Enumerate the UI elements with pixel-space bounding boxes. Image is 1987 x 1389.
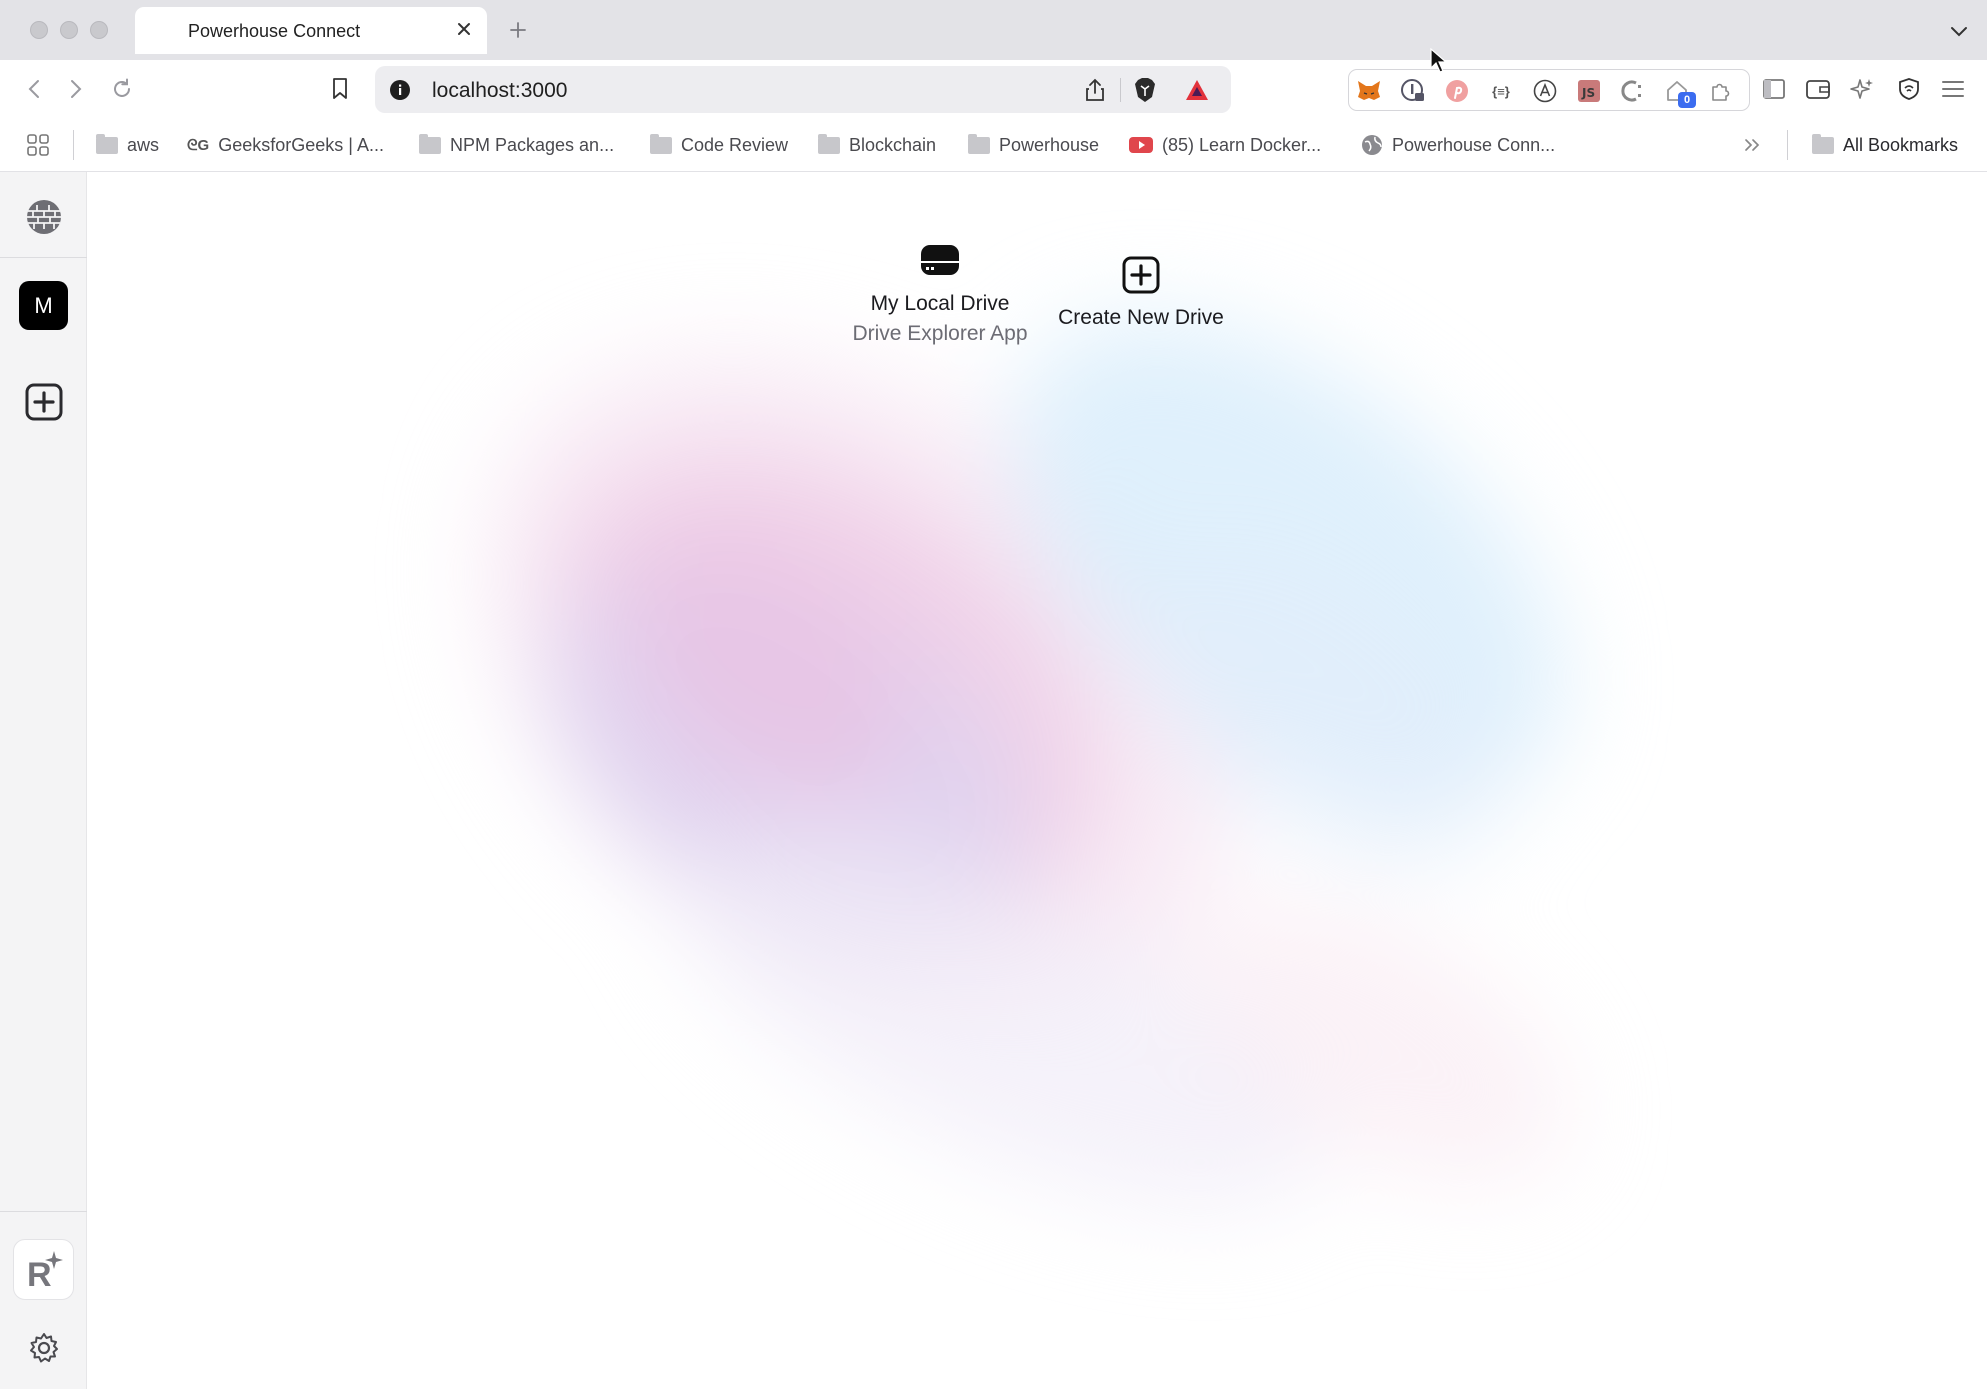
metamask-fox-icon[interactable]: [1353, 75, 1385, 107]
address-bar[interactable]: localhost:3000: [375, 66, 1231, 113]
bookmark-npm-packages[interactable]: NPM Packages an...: [419, 130, 614, 160]
css-peeper-icon[interactable]: [1617, 75, 1649, 107]
sidebar-divider: [0, 257, 87, 258]
bookmark-learn-docker[interactable]: (85) Learn Docker...: [1129, 130, 1321, 160]
forward-arrow-icon[interactable]: [60, 73, 92, 105]
reload-icon[interactable]: [106, 73, 138, 105]
bookmark-icon[interactable]: [324, 73, 356, 105]
bookmarks-divider: [73, 130, 74, 160]
new-tab-button[interactable]: [503, 15, 533, 45]
share-icon[interactable]: [1080, 75, 1110, 105]
drive-avatar-m[interactable]: M: [19, 281, 68, 330]
minimize-window-button[interactable]: [60, 21, 78, 39]
bookmarks-bar: aws ᘓG GeeksforGeeks | A... NPM Packages…: [0, 118, 1987, 172]
renown-logo-icon[interactable]: R: [13, 1239, 74, 1300]
bookmark-code-review[interactable]: Code Review: [650, 130, 788, 160]
pinterest-icon[interactable]: [1441, 75, 1473, 107]
bookmark-powerhouse[interactable]: Powerhouse: [968, 130, 1099, 160]
back-arrow-icon[interactable]: [18, 73, 50, 105]
bookmark-label: Powerhouse Conn...: [1392, 134, 1556, 155]
bookmark-label: NPM Packages an...: [450, 134, 615, 155]
json-formatter-icon[interactable]: {≡}: [1485, 75, 1517, 107]
svg-text:R: R: [27, 1256, 52, 1292]
apps-grid-icon[interactable]: [26, 130, 50, 160]
gradient-background: [88, 172, 1987, 1389]
browser-toolbar: localhost:3000 {≡} JS 0: [0, 60, 1987, 118]
password-manager-icon[interactable]: [1397, 75, 1429, 107]
sidebar: M R: [0, 172, 87, 1389]
globe-grid-icon[interactable]: [19, 192, 68, 241]
bookmark-label: All Bookmarks: [1843, 134, 1959, 155]
tab-strip: Powerhouse Connect: [0, 0, 1987, 60]
more-bookmarks-chevron-icon[interactable]: [1743, 130, 1763, 160]
sidebar-toggle-icon[interactable]: [1758, 73, 1790, 105]
folder-icon: [650, 133, 672, 154]
plus-square-icon[interactable]: [19, 377, 68, 426]
globe-icon: [1362, 135, 1382, 155]
brave-rewards-icon[interactable]: [1182, 75, 1212, 105]
folder-icon: [419, 133, 441, 154]
tab-title: Powerhouse Connect: [188, 21, 361, 41]
url-text: localhost:3000: [432, 79, 568, 102]
extension-badge: 0: [1678, 92, 1696, 108]
drive-name: Create New Drive: [1058, 306, 1224, 329]
brave-shields-icon[interactable]: [1130, 75, 1160, 105]
bookmark-label: Powerhouse: [999, 134, 1100, 155]
mouse-cursor-icon: [1430, 48, 1448, 73]
bookmark-geeksforgeeks[interactable]: ᘓG GeeksforGeeks | A...: [187, 130, 384, 160]
bookmark-powerhouse-connect[interactable]: Powerhouse Conn...: [1361, 130, 1555, 160]
folder-icon: [96, 133, 118, 154]
bookmark-label: Blockchain: [849, 134, 937, 155]
tab-list-chevron-icon[interactable]: [1945, 17, 1973, 45]
gfg-icon: ᘓG: [187, 136, 210, 154]
drive-name: My Local Drive: [870, 292, 1010, 315]
font-identifier-icon[interactable]: [1529, 75, 1561, 107]
powerhouse-connect-app: M R My Local Drive Drive Explorer App Cr…: [0, 172, 1987, 1389]
bookmark-label: aws: [127, 134, 160, 155]
drive-card-my-local-drive[interactable]: My Local Drive Drive Explorer App: [840, 242, 1040, 346]
bookmark-blockchain[interactable]: Blockchain: [818, 130, 936, 160]
bookmark-label: Code Review: [681, 134, 789, 155]
drive-subtitle: Drive Explorer App: [852, 322, 1028, 345]
site-info-icon[interactable]: [385, 75, 415, 105]
all-bookmarks-folder[interactable]: All Bookmarks: [1812, 130, 1958, 160]
wallet-icon[interactable]: [1802, 73, 1834, 105]
vpn-shield-icon[interactable]: [1893, 73, 1925, 105]
bookmarks-divider: [1787, 130, 1788, 160]
create-new-drive-button[interactable]: Create New Drive: [1041, 256, 1241, 330]
folder-icon: [968, 133, 990, 154]
folder-icon: [1812, 133, 1834, 154]
bookmark-label: GeeksforGeeks | A...: [218, 134, 384, 155]
sidebar-divider: [0, 1211, 87, 1212]
main-menu-icon[interactable]: [1937, 73, 1969, 105]
zoom-window-button[interactable]: [90, 21, 108, 39]
gear-icon[interactable]: [19, 1323, 68, 1372]
main-content: My Local Drive Drive Explorer App Create…: [88, 172, 1987, 1389]
leo-ai-icon[interactable]: [1846, 73, 1878, 105]
extensions-puzzle-icon[interactable]: [1705, 75, 1737, 107]
hard-drive-icon: [840, 242, 1040, 292]
close-window-button[interactable]: [30, 21, 48, 39]
omnibox-divider: [1120, 78, 1121, 102]
svg-text:JS: JS: [1581, 86, 1595, 100]
bookmark-aws[interactable]: aws: [96, 130, 159, 160]
js-toggle-icon[interactable]: JS: [1573, 75, 1605, 107]
folder-icon: [818, 133, 840, 154]
active-tab[interactable]: Powerhouse Connect: [135, 7, 487, 54]
tab-close-icon[interactable]: [451, 16, 477, 42]
bookmark-label: (85) Learn Docker...: [1162, 134, 1322, 155]
youtube-icon: [1129, 137, 1153, 153]
home-extension-icon[interactable]: 0: [1661, 75, 1696, 108]
extensions-group: {≡} JS 0: [1348, 69, 1750, 111]
plus-square-icon: [1041, 256, 1241, 306]
